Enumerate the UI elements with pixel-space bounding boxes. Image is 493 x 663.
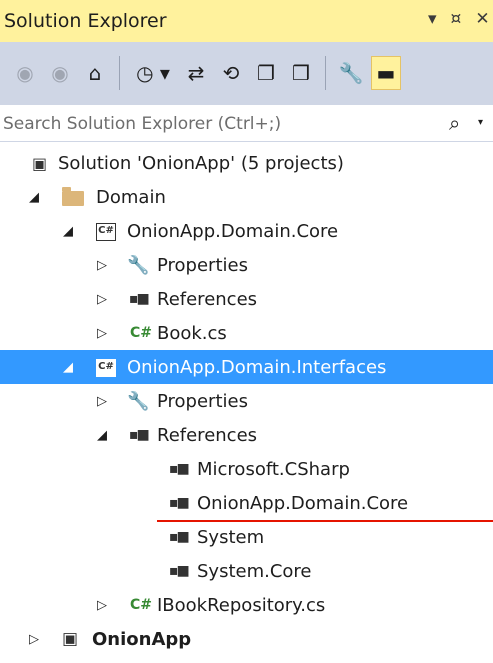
tree-item-ref-microsoft-csharp[interactable]: ▪■ Microsoft.CSharp [0, 452, 493, 486]
tree-item-book-cs[interactable]: ▷ C# Book.cs [0, 316, 493, 350]
toolbar: ◉ ◉ ⌂ ◷ ▾ ⇄ ⟲ ❐ ❒ 🔧 ▬ [0, 42, 493, 104]
pin-icon[interactable]: ¤ [451, 9, 462, 29]
reference-icon: ▪■ [169, 563, 190, 579]
expanded-arrow-icon[interactable]: ◢ [26, 190, 42, 205]
tree-item-ref-domain-core[interactable]: ▪■ OnionApp.Domain.Core [0, 486, 493, 520]
preview-icon[interactable]: ▬ [371, 56, 401, 90]
search-icon[interactable]: ⌕ [449, 111, 460, 135]
tree-item-label: Domain [96, 186, 166, 208]
tree-item-label: OnionApp [92, 628, 192, 650]
reference-icon: ▪■ [169, 461, 190, 477]
tree-item-domain-core[interactable]: ◢ C# OnionApp.Domain.Core [0, 214, 493, 248]
wrench-icon: 🔧 [127, 390, 150, 412]
csharp-file-icon: C# [130, 597, 153, 613]
tree-item-ibookrepository-cs[interactable]: ▷ C# IBookRepository.cs [0, 588, 493, 622]
collapsed-arrow-icon[interactable]: ▷ [94, 292, 110, 307]
tree-item-label: Book.cs [157, 322, 227, 344]
tree-item-onionapp[interactable]: ▷ ▣ OnionApp [0, 622, 493, 656]
tree-item-label: System.Core [197, 560, 312, 582]
folder-icon [62, 187, 84, 210]
tree-item-label: Solution 'OnionApp' (5 projects) [58, 152, 344, 174]
collapsed-arrow-icon[interactable]: ▷ [94, 326, 110, 341]
references-icon: ▪■ [129, 427, 150, 443]
collapsed-arrow-icon[interactable]: ▷ [94, 394, 110, 409]
properties-icon[interactable]: 🔧 [336, 56, 366, 90]
tree-item-domain[interactable]: ◢ Domain [0, 180, 493, 214]
tree-item-solution[interactable]: ▣ Solution 'OnionApp' (5 projects) [0, 146, 493, 180]
back-icon[interactable]: ◉ [10, 56, 40, 90]
tree-item-references[interactable]: ▷ ▪■ References [0, 282, 493, 316]
tree-item-label: OnionApp.Domain.Interfaces [127, 356, 387, 378]
tree-item-label: References [157, 288, 258, 310]
sync-icon[interactable]: ⇄ [181, 56, 211, 90]
tree-item-properties[interactable]: ▷ 🔧 Properties [0, 248, 493, 282]
home-icon[interactable]: ⌂ [80, 56, 110, 90]
title-bar: Solution Explorer ▾ ¤ ✕ [0, 0, 493, 42]
tree-item-label: OnionApp.Domain.Core [197, 492, 409, 514]
tree-item-properties[interactable]: ▷ 🔧 Properties [0, 384, 493, 418]
tree-item-label: Microsoft.CSharp [197, 458, 350, 480]
csharp-project-icon: C# [96, 221, 116, 241]
csharp-file-icon: C# [130, 325, 153, 341]
toolbar-separator [325, 56, 326, 90]
tree-item-references[interactable]: ◢ ▪■ References [0, 418, 493, 452]
close-icon[interactable]: ✕ [475, 9, 489, 29]
tree-item-label: IBookRepository.cs [157, 594, 326, 616]
tree-item-label: Properties [157, 390, 248, 412]
tree-item-label: Properties [157, 254, 248, 276]
solution-icon: ▣ [32, 153, 48, 173]
collapsed-arrow-icon[interactable]: ▷ [94, 598, 110, 613]
references-icon: ▪■ [129, 291, 150, 307]
collapsed-arrow-icon[interactable]: ▷ [26, 632, 42, 647]
show-all-files-icon[interactable]: ❒ [286, 56, 316, 90]
search-bar: ⌕ ▾ [0, 104, 493, 143]
collapsed-arrow-icon[interactable]: ▷ [94, 258, 110, 273]
web-project-icon: ▣ [62, 629, 79, 649]
panel-title: Solution Explorer [4, 10, 167, 32]
refresh-icon[interactable]: ⟲ [216, 56, 246, 90]
toolbar-separator [119, 56, 120, 90]
tree-item-ref-system[interactable]: ▪■ System [0, 520, 493, 554]
csharp-project-icon: C# [96, 357, 116, 377]
dropdown-arrow-icon[interactable]: ▾ [428, 9, 437, 29]
pending-changes-icon[interactable]: ◷ ▾ [130, 56, 176, 90]
collapse-all-icon[interactable]: ❐ [251, 56, 281, 90]
expanded-arrow-icon[interactable]: ◢ [60, 224, 76, 239]
tree-item-label: System [197, 526, 265, 548]
expanded-arrow-icon[interactable]: ◢ [94, 428, 110, 443]
reference-icon: ▪■ [169, 495, 190, 511]
wrench-icon: 🔧 [127, 254, 150, 276]
search-options-icon[interactable]: ▾ [478, 117, 483, 128]
tree-item-label: References [157, 424, 258, 446]
forward-icon[interactable]: ◉ [45, 56, 75, 90]
annotation-underline [157, 520, 493, 522]
expanded-arrow-icon[interactable]: ◢ [60, 360, 76, 375]
search-input[interactable] [0, 105, 445, 143]
reference-icon: ▪■ [169, 529, 190, 545]
tree-item-domain-interfaces[interactable]: ◢ C# OnionApp.Domain.Interfaces [0, 350, 493, 384]
tree-item-ref-system-core[interactable]: ▪■ System.Core [0, 554, 493, 588]
tree-item-label: OnionApp.Domain.Core [127, 220, 339, 242]
title-bar-icons: ▾ ¤ ✕ [428, 9, 490, 29]
